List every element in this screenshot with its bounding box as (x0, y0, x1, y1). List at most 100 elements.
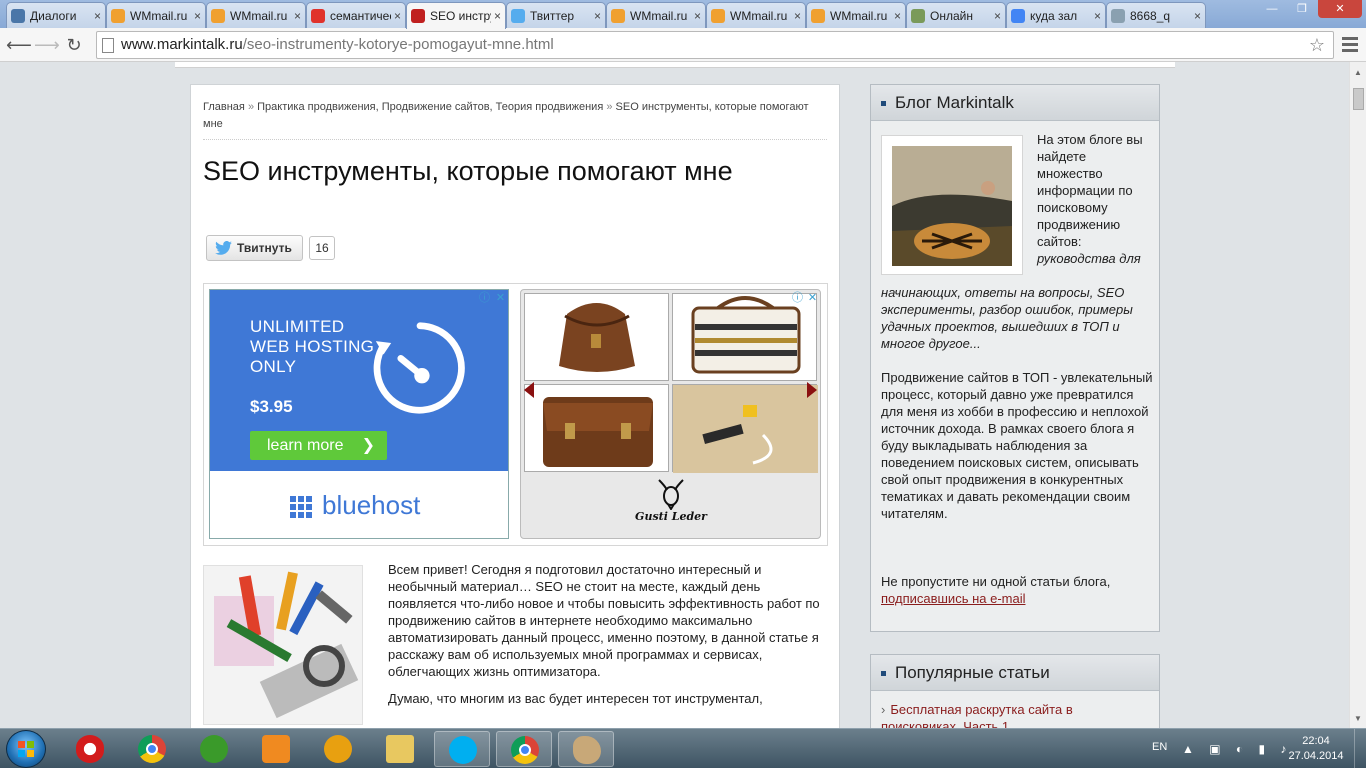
close-tab-icon[interactable]: × (294, 9, 301, 23)
article-body: Всем привет! Сегодня я подготовил достат… (388, 561, 828, 717)
skype-taskbar-icon[interactable] (434, 731, 490, 767)
about-paragraph: Продвижение сайтов в ТОП - увлекательный… (881, 370, 1153, 521)
breadcrumb-separator: » (247, 101, 255, 113)
subscribe-link[interactable]: подписавшись на e-mail (881, 591, 1026, 606)
show-desktop-button[interactable] (1354, 729, 1366, 768)
close-ad-icon[interactable]: ✕ (806, 292, 819, 305)
leather-bag-image (559, 303, 635, 372)
carousel-prev-icon[interactable] (524, 382, 534, 398)
twitter-icon (511, 8, 525, 23)
popular-post-link[interactable]: › Бесплатная раскрутка сайта в поисковика… (881, 701, 1151, 728)
wmmail-icon (111, 8, 125, 23)
media-player-taskbar-icon[interactable] (248, 731, 304, 767)
tab-label: SEO инструменты (430, 9, 491, 23)
browser-tab[interactable]: 8668_q × (1106, 2, 1206, 28)
paint-taskbar-icon[interactable] (558, 731, 614, 767)
windows-logo-icon (18, 741, 34, 757)
close-tab-icon[interactable]: × (794, 9, 801, 23)
breadcrumb-separator: » (606, 101, 613, 113)
close-tab-icon[interactable]: × (394, 9, 401, 23)
gusti-leder-ad[interactable]: Gusti Leder ⓘ ✕ (520, 289, 821, 539)
close-tab-icon[interactable]: × (194, 9, 201, 23)
close-tab-icon[interactable]: × (694, 9, 701, 23)
breadcrumb-home[interactable]: Главная (203, 101, 245, 113)
close-tab-icon[interactable]: × (894, 9, 901, 23)
page-header-strip (175, 62, 1175, 68)
bookmark-star-icon[interactable]: ☆ (1309, 32, 1325, 58)
browser-tab[interactable]: Диалоги × (6, 2, 106, 28)
tab-label: Твиттер (530, 8, 575, 23)
clock-time: 22:04 (1302, 735, 1330, 747)
scroll-down-icon[interactable]: ▼ (1354, 714, 1362, 723)
address-bar[interactable]: www.markintalk.ru/seo-instrumenty-kotory… (96, 31, 1334, 59)
online-icon (911, 8, 925, 23)
popular-post-label: Бесплатная раскрутка сайта в поисковиках… (881, 702, 1073, 728)
browser-tab[interactable]: WMmail.ru × (106, 2, 206, 28)
learn-more-button[interactable]: learn more ❯ (250, 431, 387, 460)
carousel-next-icon[interactable] (807, 382, 817, 398)
close-tab-icon[interactable]: × (1194, 9, 1201, 23)
tab-label: WMmail.ru (630, 8, 688, 23)
maximize-button[interactable]: ❐ (1288, 0, 1316, 18)
browser-tab[interactable]: WMmail.ru × (206, 2, 306, 28)
clock[interactable]: 22:04 27.04.2014 (1286, 734, 1346, 764)
scroll-thumb[interactable] (1353, 88, 1364, 110)
browser-tab[interactable]: WMmail.ru × (606, 2, 706, 28)
language-indicator[interactable]: EN (1152, 741, 1167, 753)
tray-icons[interactable]: ▲ ▣ ◐ ▮ ♪ (1182, 742, 1292, 756)
chrome-menu-button[interactable] (1340, 34, 1360, 54)
close-window-button[interactable]: ✕ (1318, 0, 1362, 18)
browser-tab[interactable]: Онлайн × (906, 2, 1006, 28)
reload-button[interactable]: ↻ (63, 34, 85, 56)
page-viewport: Главная » Практика продвижения, Продвиже… (0, 62, 1349, 728)
close-tab-icon[interactable]: × (994, 9, 1001, 23)
tools-illustration-icon (214, 571, 359, 719)
product-tile[interactable] (524, 293, 669, 381)
widget-title: Блог Markintalk (871, 85, 1159, 121)
article-paragraph: Думаю, что многим из вас будет интересен… (388, 691, 763, 706)
tweet-button[interactable]: Твитнуть (206, 235, 303, 261)
opera-taskbar-icon[interactable] (62, 731, 118, 767)
yandex-icon (311, 8, 325, 23)
speed-gauge-icon (373, 322, 465, 414)
close-tab-icon[interactable]: × (1094, 9, 1101, 23)
bullet-icon (881, 671, 886, 677)
file-explorer-taskbar-icon[interactable] (372, 731, 428, 767)
breadcrumb-categories[interactable]: Практика продвижения, Продвижение сайтов… (257, 101, 603, 113)
chrome-active-taskbar-icon[interactable] (496, 731, 552, 767)
aimp-taskbar-icon[interactable] (310, 731, 366, 767)
close-tab-icon[interactable]: × (594, 9, 601, 23)
browser-tab[interactable]: куда зал × (1006, 2, 1106, 28)
scroll-up-icon[interactable]: ▲ (1354, 68, 1362, 77)
browser-tab[interactable]: WMmail.ru × (806, 2, 906, 28)
back-button[interactable]: ⟵ (6, 34, 32, 56)
product-tile[interactable] (672, 384, 818, 473)
author-photo (892, 146, 1012, 266)
browser-tab[interactable]: SEO инструменты× (406, 2, 506, 29)
close-ad-icon[interactable]: ✕ (494, 292, 507, 305)
adchoices-icon[interactable]: ⓘ (478, 292, 491, 305)
tweet-label: Твитнуть (237, 241, 292, 255)
close-tab-icon[interactable]: × (494, 9, 501, 23)
minimize-button[interactable]: — (1258, 0, 1286, 18)
browser-tab[interactable]: Твиттер × (506, 2, 606, 28)
vk-icon (11, 8, 25, 23)
about-intro: На этом блоге вы найдете множество инфор… (1037, 131, 1149, 267)
tab-strip: Диалоги×WMmail.ru×WMmail.ru×семантическо… (0, 0, 1366, 29)
tab-label: WMmail.ru (230, 8, 288, 23)
utorrent-taskbar-icon[interactable] (186, 731, 242, 767)
product-tile[interactable] (524, 384, 669, 472)
bluehost-ad[interactable]: UNLIMITED WEB HOSTING ONLY $3.95 learn m… (209, 289, 509, 539)
vertical-scrollbar[interactable]: ▲ ▼ (1349, 62, 1366, 728)
start-button[interactable] (6, 730, 46, 768)
system-tray: EN ▲ ▣ ◐ ▮ ♪ 22:04 27.04.2014 (1140, 729, 1366, 768)
adchoices-icon[interactable]: ⓘ (791, 292, 804, 305)
forward-button[interactable]: ⟶ (34, 34, 60, 56)
browser-tab[interactable]: семантическое× (306, 2, 406, 28)
product-tile[interactable] (672, 293, 817, 381)
ad-price: $3.95 (250, 397, 293, 416)
arrow-right-icon: › (881, 702, 886, 717)
browser-tab[interactable]: WMmail.ru × (706, 2, 806, 28)
chrome-taskbar-icon[interactable] (124, 731, 180, 767)
close-tab-icon[interactable]: × (94, 9, 101, 23)
